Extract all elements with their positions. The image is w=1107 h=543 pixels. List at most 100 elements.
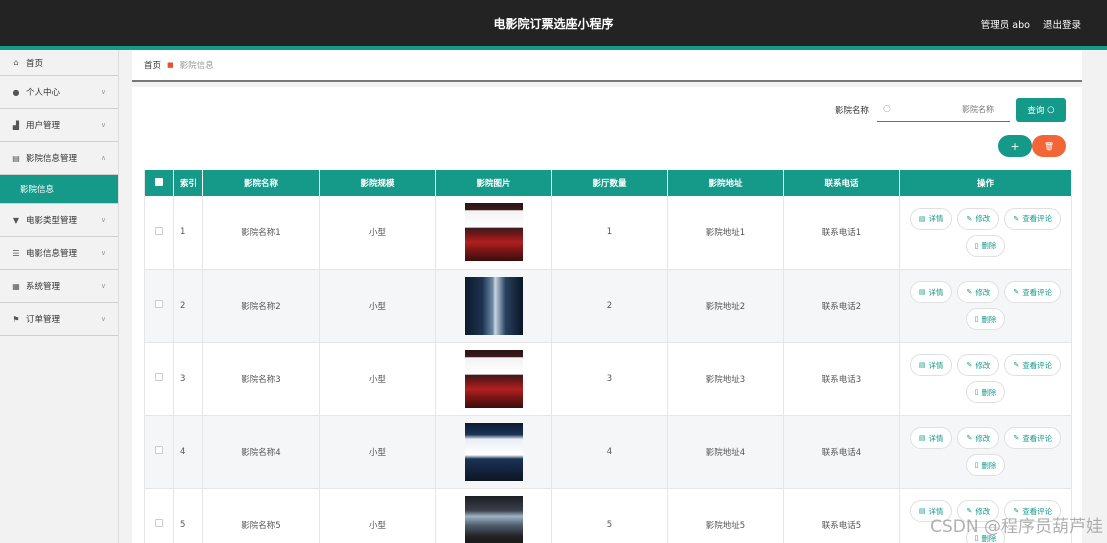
- table-row[interactable]: 2 影院名称2 小型 2 影院地址2 联系电话2 ▤ 详情 ✎ 修改 ✎ 查看评论 ▯…: [144, 269, 1072, 343]
- batch-delete-button[interactable]: 🗑: [1032, 135, 1066, 157]
- row-checkbox[interactable]: [155, 373, 163, 381]
- detail-button[interactable]: ▤ 详情: [909, 281, 953, 303]
- row-cinema-scale: 小型: [319, 269, 436, 343]
- cinema-image[interactable]: [464, 349, 523, 408]
- row-index: 3: [173, 342, 203, 416]
- document-icon: ▤: [918, 361, 926, 369]
- chevron-down-icon: ∨: [100, 249, 106, 257]
- row-address: 影院地址2: [667, 269, 784, 343]
- row-hall-count: 5: [551, 488, 668, 543]
- view-comments-button[interactable]: ✎ 查看评论: [1004, 427, 1062, 449]
- sidebar-item-label: 个人中心: [26, 88, 61, 98]
- row-address: 影院地址1: [667, 196, 784, 270]
- app-title: 电影院订票选座小程序: [493, 17, 614, 31]
- column-header: 操作: [899, 170, 1072, 196]
- row-checkbox[interactable]: [155, 300, 163, 308]
- search-label: 影院名称: [834, 106, 869, 116]
- cinema-image[interactable]: [464, 495, 523, 543]
- row-cinema-scale: 小型: [319, 342, 436, 416]
- row-cinema-name: 影院名称5: [202, 488, 320, 543]
- delete-button[interactable]: ▯ 删除: [965, 308, 1006, 330]
- row-select-cell: [144, 415, 174, 489]
- row-index: 2: [173, 269, 203, 343]
- view-comments-button[interactable]: ✎ 查看评论: [1004, 207, 1062, 230]
- row-index: 5: [173, 488, 203, 543]
- sidebar-item-label: 首页: [26, 58, 44, 69]
- edit-button[interactable]: ✎ 修改: [957, 281, 1000, 303]
- pencil-icon: ✎: [966, 214, 973, 223]
- pencil-icon: ✎: [1013, 434, 1020, 442]
- select-all-checkbox[interactable]: [155, 177, 163, 186]
- detail-button[interactable]: ▤ 详情: [909, 207, 953, 230]
- chevron-down-icon: ∨: [100, 88, 106, 96]
- home-icon: ⌂: [13, 58, 19, 67]
- search-input[interactable]: [877, 98, 1010, 121]
- cinema-image[interactable]: [464, 203, 523, 262]
- sidebar-item-label: 电影信息管理: [26, 249, 78, 259]
- search-button[interactable]: 查询 ○: [1016, 98, 1066, 122]
- sidebar-item-order-management[interactable]: ⚑ 订单管理 ∨: [0, 303, 118, 336]
- row-address: 影院地址5: [667, 488, 784, 543]
- watermark: CSDN @程序员葫芦娃: [930, 517, 1103, 537]
- edit-button[interactable]: ✎ 修改: [957, 207, 1000, 230]
- cinema-image[interactable]: [464, 422, 523, 481]
- cinema-image[interactable]: [464, 276, 523, 335]
- sidebar-item-label: 订单管理: [26, 315, 61, 325]
- sidebar-item-user-management[interactable]: ▟ 用户管理 ∨: [0, 109, 118, 142]
- column-header: 影院规模: [319, 170, 436, 196]
- breadcrumb-separator-icon: ■: [167, 61, 174, 69]
- sidebar: ⌂ 首页 ● 个人中心 ∨ ▟ 用户管理 ∨ ▤ 影院信息管理 ∧ 影院信息 ▼…: [0, 50, 119, 543]
- detail-button[interactable]: ▤ 详情: [909, 427, 953, 449]
- row-select-cell: [144, 269, 174, 343]
- row-checkbox[interactable]: [155, 519, 163, 527]
- table-row[interactable]: 1 影院名称1 小型 1 影院地址1 联系电话1 ▤ 详情 ✎ 修改 ✎ 查看评论 ▯…: [144, 196, 1072, 270]
- row-phone: 联系电话2: [783, 269, 900, 343]
- delete-button[interactable]: ▯ 删除: [965, 454, 1006, 476]
- table-row[interactable]: 3 影院名称3 小型 3 影院地址3 联系电话3 ▤ 详情 ✎ 修改 ✎ 查看评论 ▯…: [144, 342, 1072, 416]
- delete-button[interactable]: ▯ 删除: [965, 381, 1006, 403]
- sidebar-item-movie-type-management[interactable]: ▼ 电影类型管理 ∨: [0, 204, 118, 237]
- row-cinema-name: 影院名称4: [202, 415, 320, 489]
- column-header: 联系电话: [783, 170, 900, 196]
- sidebar-subitem-cinema-info[interactable]: 影院信息: [0, 175, 118, 204]
- row-hall-count: 4: [551, 415, 668, 489]
- column-header: 影院图片: [435, 170, 552, 196]
- sidebar-item-movie-info-management[interactable]: ☰ 电影信息管理 ∨: [0, 237, 118, 270]
- chevron-down-icon: ∨: [100, 121, 106, 129]
- breadcrumb: 首页 ■ 影院信息: [132, 50, 1082, 82]
- row-ops-cell: ▤ 详情 ✎ 修改 ✎ 查看评论 ▯ 删除: [899, 342, 1072, 416]
- logout-link[interactable]: 退出登录: [1043, 20, 1081, 31]
- flag-icon: ⚑: [12, 314, 20, 324]
- delete-button[interactable]: ▯ 删除: [965, 234, 1006, 257]
- content-panel: 影院名称 ○ 查询 ○ + 🗑 索引 影院名称 影院规模 影院图片: [132, 87, 1082, 543]
- row-hall-count: 2: [551, 269, 668, 343]
- edit-button[interactable]: ✎ 修改: [957, 427, 1000, 449]
- row-checkbox[interactable]: [155, 226, 163, 235]
- sidebar-item-home[interactable]: ⌂ 首页: [0, 50, 118, 76]
- view-comments-button[interactable]: ✎ 查看评论: [1004, 281, 1062, 303]
- trash-icon: ▯: [974, 388, 979, 396]
- row-image-cell: [435, 269, 552, 343]
- sidebar-item-system-management[interactable]: ▦ 系统管理 ∨: [0, 270, 118, 303]
- sliders-icon: ☰: [12, 248, 20, 258]
- search-icon: ○: [883, 104, 891, 114]
- detail-button[interactable]: ▤ 详情: [909, 354, 953, 376]
- trash-icon: ▯: [974, 461, 979, 469]
- sidebar-item-personal-center[interactable]: ● 个人中心 ∨: [0, 76, 118, 109]
- sidebar-item-label: 用户管理: [26, 121, 61, 131]
- cinema-table: 索引 影院名称 影院规模 影院图片 影厅数量 影院地址 联系电话 操作 1 影院…: [144, 170, 1072, 543]
- user-label[interactable]: 管理员 abo: [981, 20, 1030, 31]
- sidebar-item-cinema-management[interactable]: ▤ 影院信息管理 ∧: [0, 142, 118, 175]
- row-checkbox[interactable]: [155, 446, 163, 454]
- row-select-cell: [144, 488, 174, 543]
- row-cinema-name: 影院名称1: [202, 196, 320, 270]
- view-comments-button[interactable]: ✎ 查看评论: [1004, 354, 1062, 376]
- breadcrumb-home[interactable]: 首页: [144, 59, 161, 71]
- row-cinema-scale: 小型: [319, 415, 436, 489]
- add-button[interactable]: +: [998, 135, 1032, 157]
- row-actions: ▤ 详情 ✎ 修改 ✎ 查看评论 ▯ 删除: [900, 354, 1071, 403]
- edit-button[interactable]: ✎ 修改: [957, 354, 1000, 376]
- tag-icon: ▼: [12, 215, 20, 225]
- table-row[interactable]: 4 影院名称4 小型 4 影院地址4 联系电话4 ▤ 详情 ✎ 修改 ✎ 查看评论 ▯…: [144, 415, 1072, 489]
- trash-icon: ▯: [974, 315, 979, 323]
